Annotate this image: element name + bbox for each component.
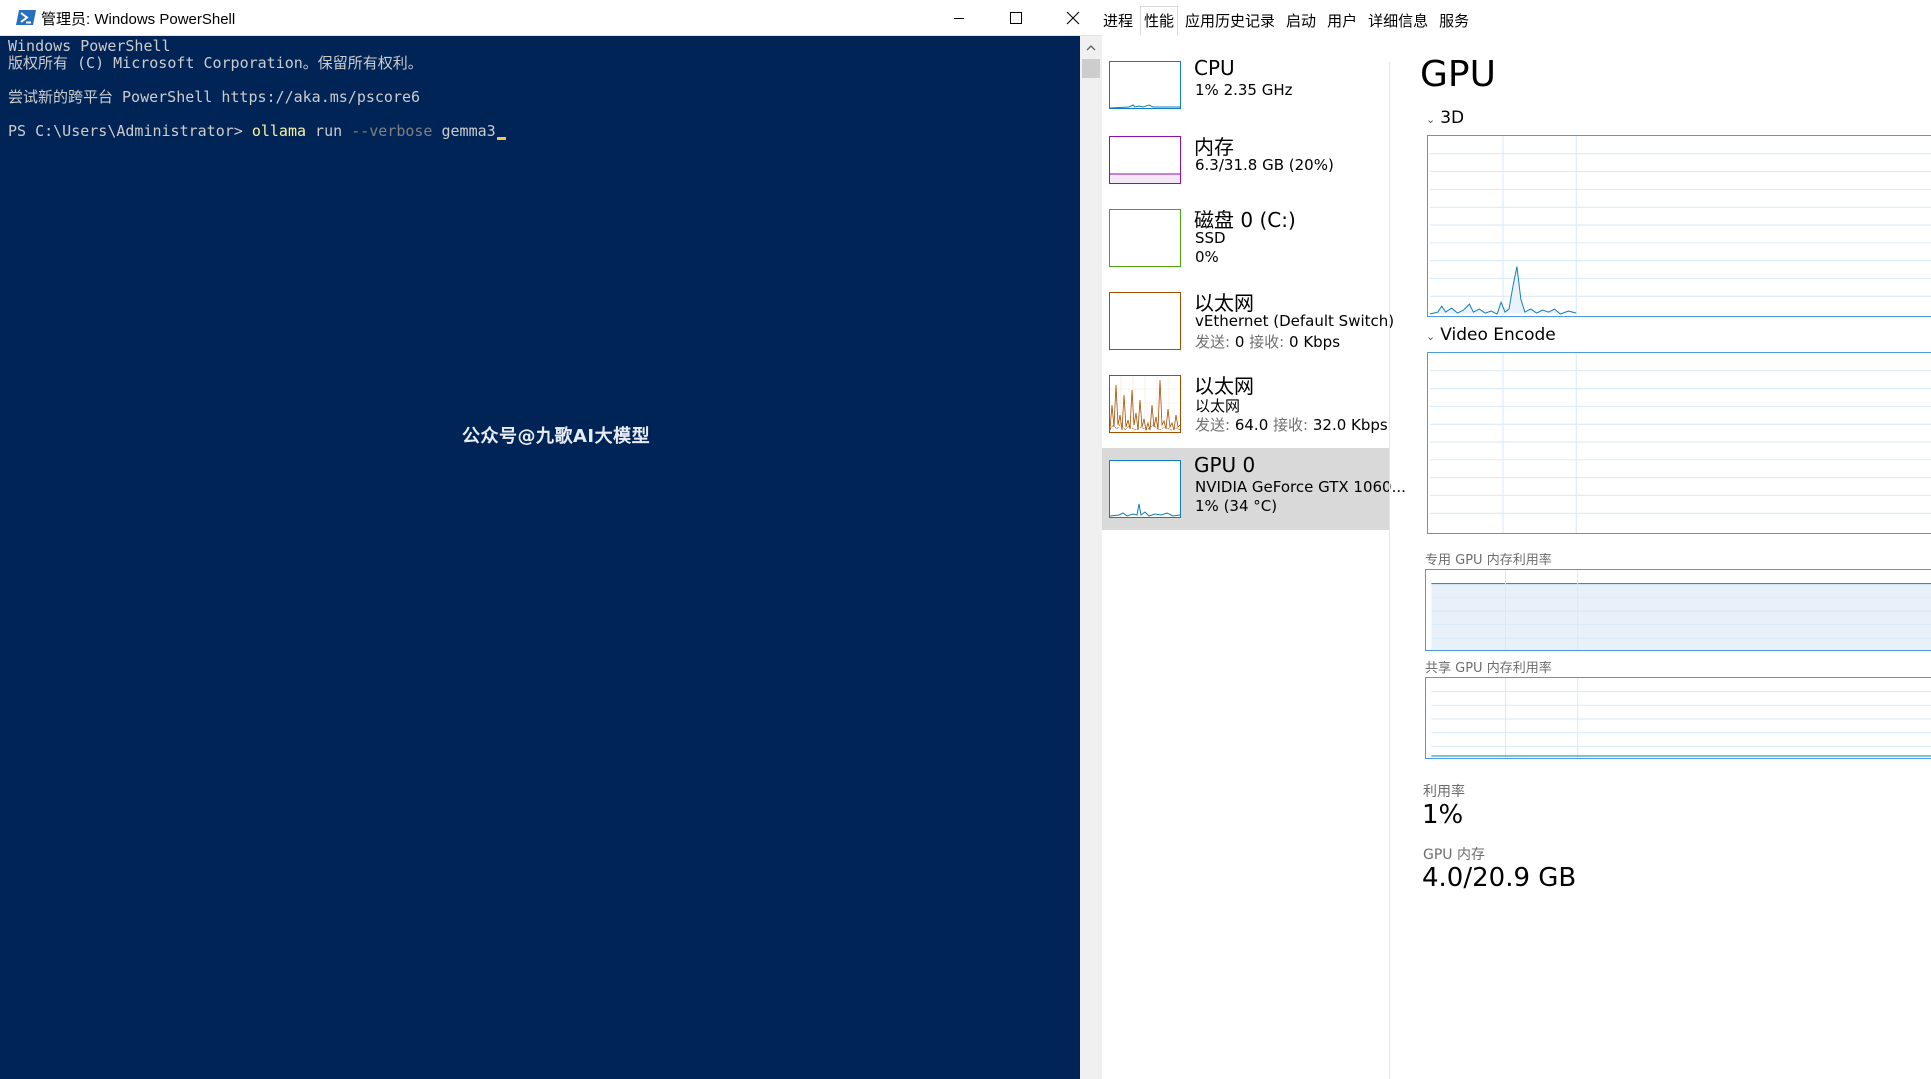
panel-divider	[1389, 62, 1390, 1079]
graph-shared-memory	[1425, 677, 1931, 759]
dedicated-memory-label: 专用 GPU 内存利用率	[1425, 553, 1552, 568]
powershell-icon	[16, 10, 36, 25]
recv-value: 0 Kbps	[1289, 333, 1341, 351]
send-label: 发送:	[1195, 333, 1231, 351]
gpu-memory-value: 4.0/20.9 GB	[1422, 863, 1577, 893]
engine-selector-3d[interactable]: ⌄ 3D	[1426, 108, 1464, 128]
command-token: ollama	[251, 122, 307, 140]
console-area[interactable]: Windows PowerShell 版权所有 (C) Microsoft Co…	[0, 36, 1080, 1079]
parameter-token: --verbose	[351, 122, 433, 140]
graph-3d	[1427, 135, 1931, 317]
chevron-down-icon: ⌄	[1426, 330, 1436, 343]
close-icon	[1066, 11, 1079, 25]
argument-token: run	[306, 122, 352, 140]
minimize-icon	[953, 18, 964, 19]
tab-users[interactable]: 用户	[1323, 6, 1361, 36]
engine-selector-video-encode[interactable]: ⌄ Video Encode	[1426, 325, 1556, 345]
console-line: Windows PowerShell	[8, 37, 171, 55]
ethernet-thumbnail	[1109, 292, 1181, 350]
vertical-scrollbar[interactable]	[1080, 36, 1102, 1079]
utilization-value: 1%	[1422, 800, 1464, 830]
argument-token: gemma3	[432, 122, 496, 140]
resource-detail: NVIDIA GeForce GTX 1060...	[1195, 478, 1406, 496]
task-manager-window: 进程 性能 应用历史记录 启动 用户 详细信息 服务 CPU 1% 2.35 G…	[1102, 0, 1931, 1079]
resource-detail: 1% 2.35 GHz	[1195, 81, 1293, 99]
resource-detail: vEthernet (Default Switch)	[1195, 312, 1395, 330]
chevron-up-icon	[1086, 45, 1096, 51]
scroll-up-button[interactable]	[1080, 40, 1102, 56]
resource-item-ethernet[interactable]: 以太网 以太网 发送: 64.0 接收: 32.0 Kbps	[1102, 366, 1390, 448]
tab-startup[interactable]: 启动	[1282, 6, 1320, 36]
close-button[interactable]	[1044, 0, 1101, 36]
tab-services[interactable]: 服务	[1435, 6, 1473, 36]
resource-item-gpu[interactable]: GPU 0 NVIDIA GeForce GTX 1060... 1% (34 …	[1102, 448, 1406, 530]
recv-label: 接收:	[1249, 333, 1285, 351]
detail-title: GPU	[1420, 54, 1496, 95]
ethernet-thumbnail	[1109, 375, 1181, 433]
maximize-icon	[1009, 12, 1022, 24]
console-line: 版权所有 (C) Microsoft Corporation。保留所有权利。	[8, 54, 423, 72]
engine-label: Video Encode	[1440, 325, 1556, 345]
powershell-titlebar[interactable]: 管理员: Windows PowerShell	[0, 0, 1102, 36]
disk-thumbnail	[1109, 209, 1181, 267]
chevron-down-icon: ⌄	[1426, 113, 1436, 126]
tab-processes[interactable]: 进程	[1102, 6, 1137, 36]
engine-label: 3D	[1440, 108, 1465, 128]
console-line: 尝试新的跨平台 PowerShell https://aka.ms/pscore…	[8, 88, 421, 106]
send-label: 发送:	[1195, 416, 1231, 434]
resource-item-memory[interactable]: 内存 6.3/31.8 GB (20%)	[1102, 128, 1390, 210]
cpu-thumbnail	[1109, 61, 1181, 109]
tab-performance[interactable]: 性能	[1140, 6, 1179, 36]
recv-label: 接收:	[1273, 416, 1309, 434]
tab-app-history[interactable]: 应用历史记录	[1181, 6, 1279, 36]
maximize-button[interactable]	[987, 0, 1044, 36]
resource-detail: 0%	[1195, 248, 1219, 266]
tab-bar: 进程 性能 应用历史记录 启动 用户 详细信息 服务	[1102, 6, 1476, 36]
send-value: 64.0	[1234, 416, 1269, 434]
gpu-thumbnail	[1109, 460, 1181, 518]
resource-detail: 以太网	[1195, 397, 1241, 415]
gpu-memory-label: GPU 内存	[1423, 847, 1485, 863]
prompt-text: PS C:\Users\Administrator>	[8, 122, 252, 140]
send-value: 0	[1234, 333, 1245, 351]
powershell-window: 管理员: Windows PowerShell Windows PowerShe…	[0, 0, 1102, 1079]
window-title: 管理员: Windows PowerShell	[41, 11, 236, 28]
resource-throughput: 发送: 64.0 接收: 32.0 Kbps	[1195, 414, 1388, 435]
graph-dedicated-memory	[1425, 569, 1931, 651]
resource-detail: 6.3/31.8 GB (20%)	[1195, 156, 1334, 174]
console-prompt-line: PS C:\Users\Administrator> ollama run --…	[8, 123, 506, 140]
resource-detail: 1% (34 °C)	[1195, 497, 1278, 515]
resource-throughput: 发送: 0 接收: 0 Kbps	[1195, 331, 1340, 352]
resource-item-cpu[interactable]: CPU 1% 2.35 GHz	[1102, 50, 1390, 132]
minimize-button[interactable]	[930, 0, 987, 36]
resource-name: GPU 0	[1194, 453, 1256, 477]
resource-detail: SSD	[1195, 229, 1226, 247]
utilization-label: 利用率	[1423, 784, 1465, 800]
resource-name: CPU	[1194, 56, 1235, 80]
memory-thumbnail	[1109, 136, 1181, 184]
resource-item-ethernet-vswitch[interactable]: 以太网 vEthernet (Default Switch) 发送: 0 接收:…	[1102, 283, 1394, 365]
text-cursor	[496, 137, 506, 140]
recv-value: 32.0 Kbps	[1312, 416, 1388, 434]
scroll-thumb[interactable]	[1082, 59, 1100, 78]
graph-video-encode	[1427, 352, 1931, 534]
watermark: 公众号@九歌AI大模型	[462, 426, 651, 447]
resource-item-disk[interactable]: 磁盘 0 (C:) SSD 0%	[1102, 200, 1390, 282]
tab-details[interactable]: 详细信息	[1364, 6, 1432, 36]
shared-memory-label: 共享 GPU 内存利用率	[1425, 661, 1552, 676]
